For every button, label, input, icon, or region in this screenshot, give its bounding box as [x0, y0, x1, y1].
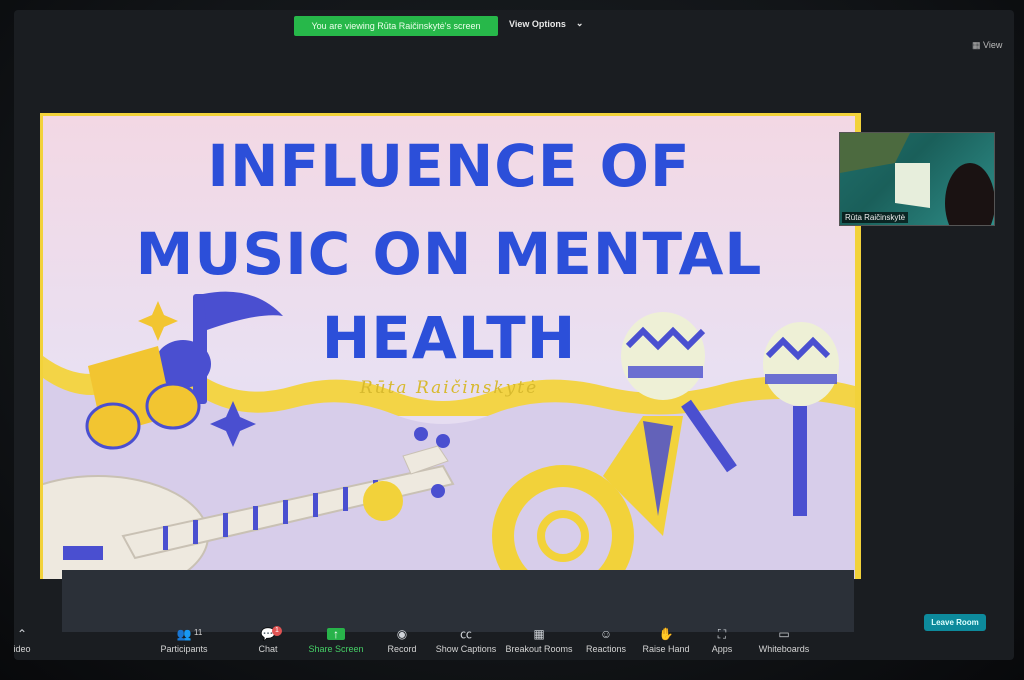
captions-label: Show Captions — [435, 644, 497, 654]
video-button[interactable]: ⌃ ideo — [0, 628, 62, 654]
chevron-up-icon: ⌃ — [16, 627, 28, 641]
participant-person — [945, 163, 994, 225]
participants-label: Participants — [160, 644, 208, 654]
participant-video-thumbnail[interactable]: Rūta Raičinskytė — [839, 132, 995, 226]
viewing-banner: You are viewing Rūta Raičinskytė's scree… — [294, 16, 498, 36]
meeting-toolbar: ⌃ ideo 👥 11 Participants 💬 1 Chat ↑ Shar… — [13, 620, 1014, 660]
share-screen-label: Share Screen — [308, 644, 364, 654]
participants-button[interactable]: 👥 11 Participants — [144, 628, 224, 654]
video-label: ideo — [13, 644, 31, 654]
slide-title-line-2: MUSIC ON MENTAL — [135, 220, 763, 288]
shared-slide: INFLUENCE OF MUSIC ON MENTAL HEALTH Rūta… — [40, 113, 861, 579]
breakout-label: Breakout Rooms — [505, 644, 573, 654]
participants-icon: 👥 — [176, 627, 192, 641]
view-label: View — [983, 40, 1003, 50]
slide-author: Rūta Raičinskytė — [359, 378, 539, 398]
grid-icon: ▦ — [972, 40, 981, 50]
apps-icon: ⛶ — [717, 627, 727, 641]
breakout-rooms-icon: ▦ — [533, 627, 545, 641]
record-label: Record — [387, 644, 417, 654]
slide-title-line-3: HEALTH — [321, 304, 577, 372]
participants-count: 11 — [194, 628, 203, 637]
apps-label: Apps — [711, 644, 733, 654]
chat-badge: 1 — [272, 626, 282, 636]
monitor-frame: You are viewing Rūta Raičinskytė's scree… — [0, 0, 1024, 680]
raise-hand-icon: ✋ — [658, 627, 674, 641]
chat-label: Chat — [258, 644, 278, 654]
whiteboards-label: Whiteboards — [758, 644, 810, 654]
whiteboard-icon: ▭ — [778, 627, 790, 641]
view-options-label: View Options — [509, 18, 566, 29]
participant-name: Rūta Raičinskytė — [842, 212, 909, 223]
reactions-icon: ☺ — [599, 627, 613, 641]
whiteboards-button[interactable]: ▭ Whiteboards — [744, 628, 824, 654]
slide-title-line-1: INFLUENCE OF — [207, 132, 691, 200]
view-button[interactable]: ▦ View — [972, 40, 1002, 51]
reactions-label: Reactions — [585, 644, 627, 654]
share-screen-icon: ↑ — [327, 628, 345, 640]
chevron-down-icon: ⌄ — [575, 18, 584, 28]
record-icon: ◉ — [396, 627, 408, 641]
leave-room-button[interactable]: Leave Room — [924, 614, 986, 631]
meeting-window: You are viewing Rūta Raičinskytė's scree… — [13, 10, 1014, 660]
show-captions-button[interactable]: ㏄ Show Captions — [426, 628, 506, 654]
captions-icon: ㏄ — [459, 627, 472, 641]
view-options-button[interactable]: View Options ⌄ — [509, 18, 583, 29]
